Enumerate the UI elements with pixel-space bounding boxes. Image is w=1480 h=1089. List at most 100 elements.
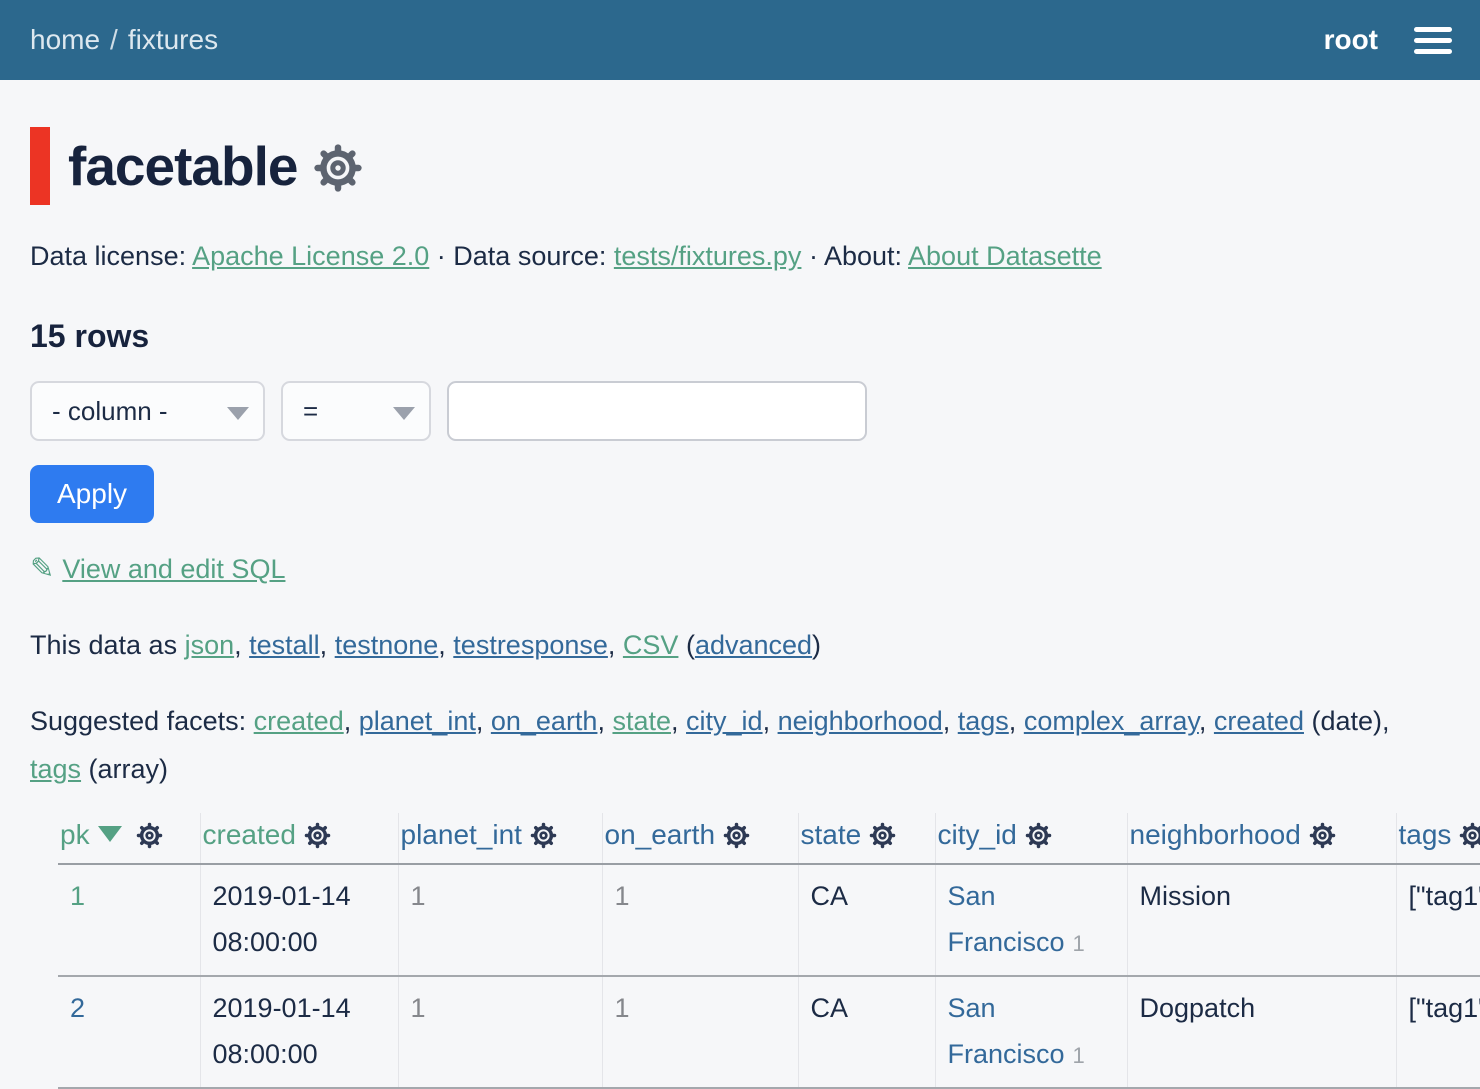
column-link-created[interactable]: created	[203, 819, 296, 850]
cell-on-earth: 1	[602, 976, 798, 1088]
cell-city-id: San Francisco 1	[935, 864, 1127, 976]
column-gear-icon[interactable]	[1309, 822, 1336, 849]
column-link-pk[interactable]: pk	[60, 819, 90, 850]
export-link-testall[interactable]: testall	[249, 630, 320, 660]
cell-created: 2019-01-14 08:00:00	[200, 976, 398, 1088]
cell-city-id: San Francisco 1	[935, 976, 1127, 1088]
filter-row: - column - =	[30, 381, 1450, 441]
cell-created: 2019-01-14 08:00:00	[200, 864, 398, 976]
title-accent-bar	[30, 127, 50, 205]
facet-link-tags-array[interactable]: tags	[30, 754, 81, 784]
breadcrumb: home / fixtures	[30, 24, 218, 56]
user-label[interactable]: root	[1324, 24, 1378, 56]
export-link-testnone[interactable]: testnone	[335, 630, 439, 660]
table-settings-gear-icon[interactable]	[313, 143, 363, 193]
facet-link-created[interactable]: created	[254, 706, 344, 736]
city-link[interactable]: San Francisco	[948, 993, 1065, 1069]
cell-state: CA	[798, 864, 935, 976]
filter-column-select[interactable]: - column -	[30, 381, 265, 441]
column-gear-icon[interactable]	[869, 822, 896, 849]
facet-link-tags[interactable]: tags	[958, 706, 1009, 736]
main-content: facetable Data license: Apache License 2…	[0, 126, 1480, 1089]
facet-link-created-date[interactable]: created	[1214, 706, 1304, 736]
table-row: 2 2019-01-14 08:00:00 1 1 CA San Francis…	[58, 976, 1480, 1088]
row-pk-link[interactable]: 2	[70, 993, 85, 1023]
city-id-raw: 1	[1073, 931, 1085, 956]
export-prefix: This data as	[30, 630, 185, 660]
export-link-testresponse[interactable]: testresponse	[453, 630, 608, 660]
breadcrumb-home[interactable]: home	[30, 24, 100, 55]
facet-link-city-id[interactable]: city_id	[686, 706, 763, 736]
column-link-tags[interactable]: tags	[1399, 819, 1452, 850]
cell-neighborhood: Mission	[1127, 864, 1396, 976]
sort-desc-icon[interactable]	[98, 826, 122, 842]
column-gear-icon[interactable]	[1459, 822, 1480, 849]
column-gear-icon[interactable]	[136, 822, 163, 849]
pencil-icon: ✎	[30, 551, 54, 585]
cell-neighborhood: Dogpatch	[1127, 976, 1396, 1088]
sql-link-row: ✎ View and edit SQL	[30, 551, 1450, 585]
facet-link-complex-array[interactable]: complex_array	[1024, 706, 1199, 736]
facet-link-on-earth[interactable]: on_earth	[491, 706, 598, 736]
breadcrumb-fixtures[interactable]: fixtures	[128, 24, 218, 55]
cell-tags: ["tag1", "tag3"]	[1396, 976, 1480, 1088]
column-gear-icon[interactable]	[1025, 822, 1052, 849]
cell-pk: 2	[58, 976, 200, 1088]
export-link-json[interactable]: json	[185, 630, 235, 660]
column-link-planet-int[interactable]: planet_int	[401, 819, 522, 850]
table-header-row: pk created planet_int on_earth state	[58, 813, 1480, 864]
dot-separator: ·	[429, 241, 453, 271]
about-label: About:	[824, 241, 908, 271]
city-id-raw: 1	[1073, 1043, 1085, 1068]
dot-separator: ·	[801, 241, 824, 271]
license-link[interactable]: Apache License 2.0	[192, 241, 429, 271]
data-table: pk created planet_int on_earth state	[58, 813, 1480, 1089]
cell-planet-int: 1	[398, 976, 602, 1088]
export-links-row: This data as json, testall, testnone, te…	[30, 625, 1450, 665]
column-gear-icon[interactable]	[723, 822, 750, 849]
column-link-neighborhood[interactable]: neighborhood	[1130, 819, 1301, 850]
suggested-facets-row: Suggested facets: created, planet_int, o…	[30, 697, 1410, 793]
column-header-neighborhood: neighborhood	[1127, 813, 1396, 864]
metadata-line: Data license: Apache License 2.0 · Data …	[30, 238, 1450, 274]
city-link[interactable]: San Francisco	[948, 881, 1065, 957]
column-header-on-earth: on_earth	[602, 813, 798, 864]
cell-state: CA	[798, 976, 935, 1088]
filter-value-input[interactable]	[447, 381, 867, 441]
column-header-pk: pk	[58, 813, 200, 864]
row-pk-link[interactable]: 1	[70, 881, 85, 911]
page-title: facetable	[68, 134, 297, 198]
column-gear-icon[interactable]	[304, 822, 331, 849]
cell-on-earth: 1	[602, 864, 798, 976]
facet-link-neighborhood[interactable]: neighborhood	[778, 706, 943, 736]
row-count: 15 rows	[30, 318, 1450, 355]
facet-link-planet-int[interactable]: planet_int	[359, 706, 476, 736]
export-link-csv[interactable]: CSV	[623, 630, 679, 660]
view-edit-sql-link[interactable]: View and edit SQL	[62, 554, 285, 584]
apply-button[interactable]: Apply	[30, 465, 154, 523]
license-label: Data license:	[30, 241, 192, 271]
filter-operator-select[interactable]: =	[281, 381, 431, 441]
top-nav: home / fixtures root	[0, 0, 1480, 80]
column-gear-icon[interactable]	[530, 822, 557, 849]
source-label: Data source:	[453, 241, 614, 271]
column-link-on-earth[interactable]: on_earth	[605, 819, 716, 850]
about-link[interactable]: About Datasette	[908, 241, 1102, 271]
column-link-city-id[interactable]: city_id	[938, 819, 1017, 850]
column-link-state[interactable]: state	[801, 819, 862, 850]
source-link[interactable]: tests/fixtures.py	[614, 241, 802, 271]
column-header-tags: tags	[1396, 813, 1480, 864]
cell-tags: ["tag1", "tag2"]	[1396, 864, 1480, 976]
cell-planet-int: 1	[398, 864, 602, 976]
export-link-advanced[interactable]: advanced	[695, 630, 812, 660]
column-header-planet-int: planet_int	[398, 813, 602, 864]
page-title-row: facetable	[30, 126, 1450, 206]
facet-link-state[interactable]: state	[612, 706, 671, 736]
breadcrumb-separator: /	[110, 24, 118, 55]
menu-icon[interactable]	[1414, 23, 1452, 58]
column-header-city-id: city_id	[935, 813, 1127, 864]
column-header-state: state	[798, 813, 935, 864]
data-table-container: pk created planet_int on_earth state	[58, 813, 1480, 1089]
table-row: 1 2019-01-14 08:00:00 1 1 CA San Francis…	[58, 864, 1480, 976]
facets-prefix: Suggested facets:	[30, 706, 254, 736]
